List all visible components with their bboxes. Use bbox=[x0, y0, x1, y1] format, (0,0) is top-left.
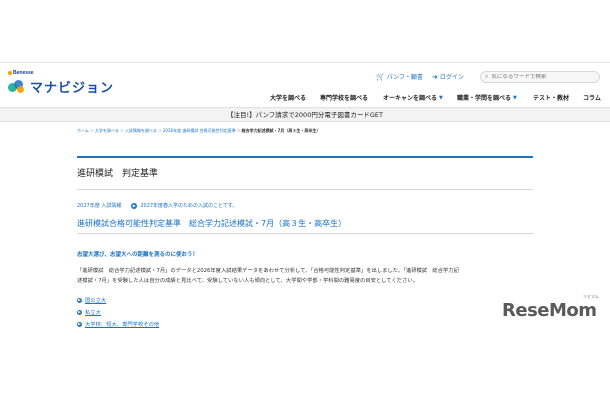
section-subtitle: 進研模試合格可能性判定基準 総合学力記述模試・7月（高３生・高卒生） bbox=[77, 219, 347, 228]
cart-icon: 🛒 bbox=[376, 72, 385, 81]
link-label: 国公立大 bbox=[85, 298, 107, 304]
pamphlet-label: パンフ・願書 bbox=[386, 74, 423, 81]
arrow-right-icon: ▶ bbox=[77, 309, 82, 315]
nav-item-label: 専門学校を調べる bbox=[320, 95, 369, 102]
chevron-down-icon: ▼ bbox=[439, 94, 443, 101]
arrow-right-icon: ▶ bbox=[131, 202, 138, 209]
promo-banner-text: 【注目!】パンフ請求で2000円分電子図書カードGET bbox=[227, 111, 383, 119]
body-line: 述模試・7月」を受験した人は自分の成績と見比べて、受験していない人も傾向として、… bbox=[77, 278, 418, 284]
nav-item-label: 職業・学問を調べる bbox=[457, 95, 512, 102]
breadcrumb-item[interactable]: 大学を調べる bbox=[95, 128, 119, 133]
bottom-blank-band bbox=[0, 345, 610, 400]
body-line: 「進研模試 総合学力記述模試・7月」のデータと2026年度入試結果データをあわせ… bbox=[77, 268, 459, 274]
benesse-label: Benesse bbox=[13, 70, 34, 76]
search-box[interactable]: ⌕ bbox=[480, 71, 600, 83]
link-national-public[interactable]: ▶ 国公立大 bbox=[77, 296, 106, 304]
nav-item-label: オーキャンを調べる bbox=[383, 95, 438, 102]
breadcrumb-item[interactable]: 入試情報を調べる bbox=[125, 128, 157, 133]
login-link[interactable]: ➜ ログイン bbox=[432, 72, 464, 82]
breadcrumb: ホーム＞大学を調べる＞入試情報を調べる＞2026年度 進研模試 合格可能性判定基… bbox=[77, 128, 321, 133]
arrow-right-icon: ▶ bbox=[77, 321, 82, 327]
search-icon: ⌕ bbox=[485, 73, 489, 80]
nav-item-label: コラム bbox=[583, 95, 601, 102]
chevron-down-icon: ▼ bbox=[513, 94, 517, 101]
nav-item-university[interactable]: 大学を調べる bbox=[270, 93, 306, 102]
breadcrumb-item[interactable]: ホーム bbox=[77, 128, 89, 133]
nav-item-open-campus[interactable]: オーキャンを調べる ▼ bbox=[383, 93, 443, 103]
manabi-logo-icon bbox=[8, 79, 26, 94]
site-logo[interactable]: マナビジョン bbox=[8, 77, 114, 96]
nav-item-jobs[interactable]: 職業・学問を調べる ▼ bbox=[457, 93, 517, 103]
link-label: 私立大 bbox=[85, 310, 101, 316]
year-info: 2027年度 入試情報 ▶ 2027年度春入学のための入試のことです。 bbox=[77, 202, 237, 209]
site-header: Benesse マナビジョン 🛒 パンフ・願書 ➜ ログイン ⌕ 大学を調べる … bbox=[0, 62, 610, 106]
benesse-logo[interactable]: Benesse bbox=[8, 70, 34, 76]
nav-item-label: 大学を調べる bbox=[270, 95, 307, 102]
nav-item-vocational[interactable]: 専門学校を調べる bbox=[320, 93, 368, 102]
subtitle-divider bbox=[77, 233, 533, 234]
body-text: 「進研模試 総合学力記述模試・7月」のデータと2026年度入試結果データをあわせ… bbox=[77, 266, 537, 286]
link-private[interactable]: ▶ 私立大 bbox=[77, 308, 101, 316]
arrow-right-icon: ▶ bbox=[77, 297, 82, 303]
site-name: マナビジョン bbox=[30, 81, 115, 96]
page-title: 進研模試 判定基準 bbox=[77, 169, 159, 179]
breadcrumb-current: 総合学力記述模試・7月（高３生・高卒生） bbox=[241, 128, 321, 133]
link-label: 大学校、短大、専門学校その他 bbox=[85, 322, 160, 328]
login-icon: ➜ bbox=[432, 72, 438, 81]
year-note: 2027年度春入学のための入試のことです。 bbox=[140, 203, 238, 209]
search-input[interactable] bbox=[491, 74, 592, 80]
nav-item-tests[interactable]: テスト・教材 bbox=[533, 93, 569, 102]
link-other-schools[interactable]: ▶ 大学校、短大、専門学校その他 bbox=[77, 320, 159, 328]
nav-item-column[interactable]: コラム bbox=[583, 93, 601, 102]
nav-item-label: テスト・教材 bbox=[533, 95, 570, 102]
pamphlet-link[interactable]: 🛒 パンフ・願書 bbox=[376, 72, 423, 82]
section-divider bbox=[77, 189, 533, 190]
lead-text: 志望大選び、志望大への距離を測るのに使おう！ bbox=[77, 252, 199, 258]
breadcrumb-item[interactable]: 2026年度 進研模試 合格可能性判定基準 bbox=[163, 128, 236, 133]
resemom-watermark: ReseMom bbox=[502, 300, 597, 321]
promo-banner[interactable]: 【注目!】パンフ請求で2000円分電子図書カードGET bbox=[0, 107, 610, 122]
title-divider bbox=[77, 156, 533, 158]
benesse-mark-icon bbox=[8, 70, 12, 75]
login-label: ログイン bbox=[439, 74, 464, 81]
top-blank-band bbox=[0, 0, 610, 60]
year-label: 2027年度 入試情報 bbox=[77, 203, 122, 209]
